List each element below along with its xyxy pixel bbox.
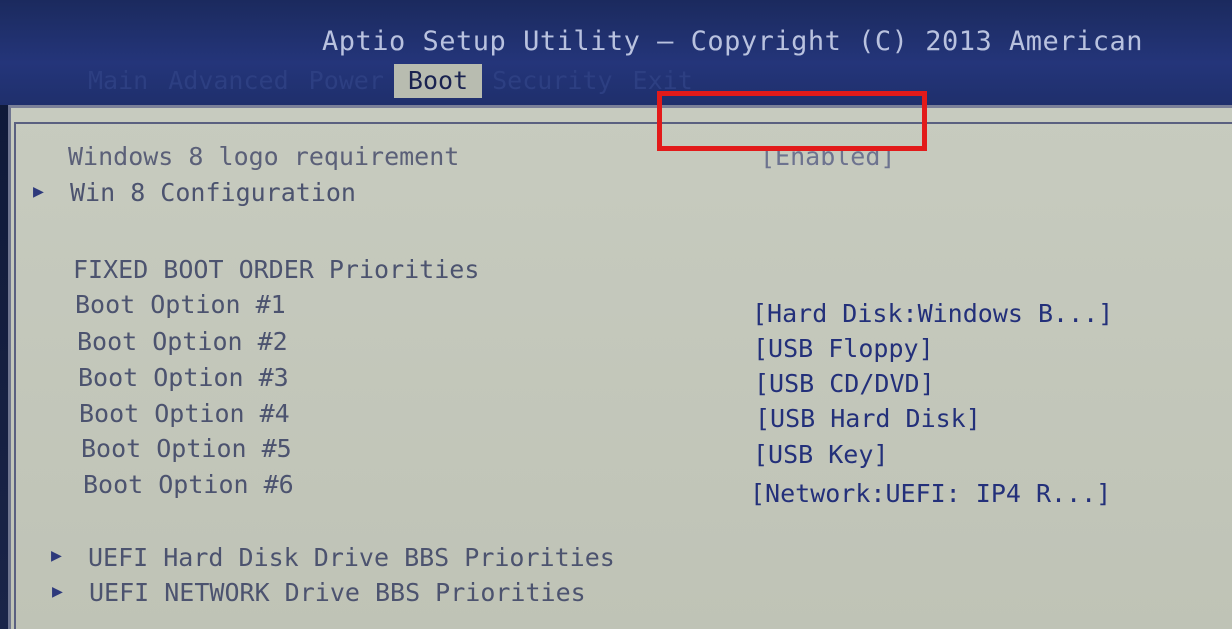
bios-screen: Aptio Setup Utility – Copyright (C) 2013… [0, 0, 1232, 629]
boot-option-6-label: Boot Option #6 [83, 470, 294, 499]
tab-main[interactable]: Main [78, 64, 158, 98]
boot-option-5-value[interactable]: [USB Key] [753, 440, 888, 469]
submenu-arrow-icon: ▶ [51, 545, 62, 566]
boot-option-6-value[interactable]: [Network:UEFI: IP4 R...] [750, 479, 1111, 508]
utility-title: Aptio Setup Utility – Copyright (C) 2013… [322, 26, 1144, 57]
boot-option-1-label: Boot Option #1 [75, 290, 286, 319]
boot-option-5-label: Boot Option #5 [81, 434, 292, 463]
tab-security[interactable]: Security [482, 64, 622, 98]
tab-bar: Main Advanced Power Boot Security Exit [78, 64, 703, 98]
win8-logo-label: Windows 8 logo requirement [68, 142, 460, 171]
highlight-annotation-box [657, 91, 927, 151]
boot-option-2-label: Boot Option #2 [77, 327, 288, 356]
fixed-boot-order-heading: FIXED BOOT ORDER Priorities [73, 255, 480, 284]
win8-configuration-item[interactable]: Win 8 Configuration [70, 178, 356, 207]
uefi-hard-disk-bbs-priorities-item[interactable]: UEFI Hard Disk Drive BBS Priorities [88, 543, 615, 572]
header-bar: Aptio Setup Utility – Copyright (C) 2013… [0, 0, 1232, 105]
tab-advanced[interactable]: Advanced [158, 64, 298, 98]
submenu-arrow-icon: ▶ [33, 181, 44, 202]
submenu-arrow-icon: ▶ [52, 581, 63, 602]
boot-option-1-value[interactable]: [Hard Disk:Windows B...] [752, 299, 1113, 328]
boot-option-2-value[interactable]: [USB Floppy] [753, 334, 934, 363]
tab-power[interactable]: Power [299, 64, 394, 98]
boot-option-3-value[interactable]: [USB CD/DVD] [754, 369, 935, 398]
boot-option-4-label: Boot Option #4 [79, 399, 290, 428]
tab-boot[interactable]: Boot [393, 64, 483, 98]
boot-option-3-label: Boot Option #3 [78, 363, 289, 392]
uefi-network-bbs-priorities-item[interactable]: UEFI NETWORK Drive BBS Priorities [89, 578, 586, 607]
boot-option-4-value[interactable]: [USB Hard Disk] [755, 404, 981, 433]
